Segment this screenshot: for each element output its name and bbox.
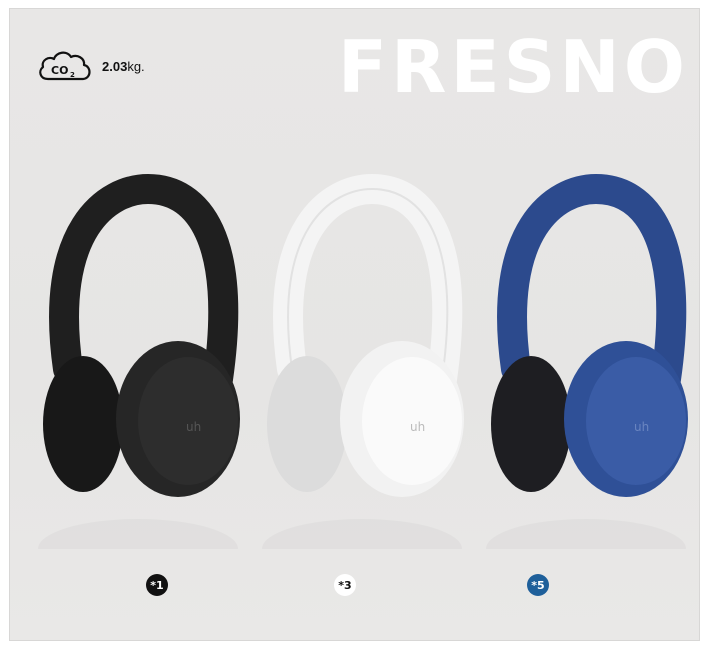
svg-text:CO: CO [51,64,68,77]
co2-value: 2.03kg. [102,58,145,74]
headphones-black-image: uh [28,169,248,549]
variant-badge-blue: *5 [527,574,549,596]
product-panel: CO 2 2.03kg. FRESNO uh uh uh [9,8,700,641]
variant-badge-black: *1 [146,574,168,596]
headphones-blue-image: uh [476,169,696,549]
svg-text:uh: uh [410,420,425,434]
co2-cloud-icon: CO 2 [39,51,91,81]
svg-text:2: 2 [70,71,75,79]
headphones-white-image: uh [252,169,472,549]
svg-text:uh: uh [186,420,201,434]
co2-info: CO 2 2.03kg. [36,49,145,83]
svg-text:uh: uh [634,420,649,434]
product-title: FRESNO [337,25,689,109]
variant-badge-white: *3 [334,574,356,596]
